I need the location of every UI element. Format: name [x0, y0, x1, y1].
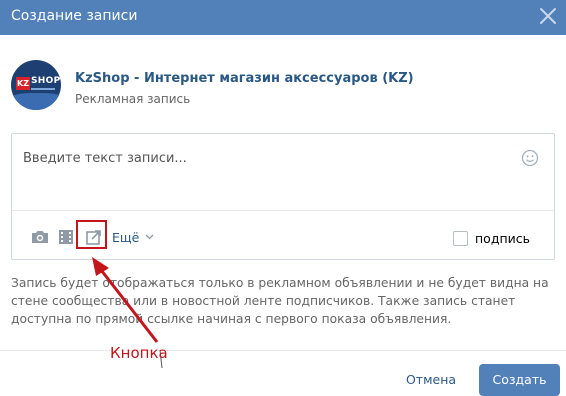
info-note: Запись будет отображаться только в рекла… — [11, 276, 549, 326]
footer-divider — [0, 350, 566, 351]
author-subtitle: Рекламная запись — [75, 92, 191, 106]
video-icon[interactable] — [58, 229, 74, 245]
signature-label[interactable]: подпись — [475, 231, 530, 246]
camera-icon[interactable] — [31, 230, 49, 244]
avatar-badge: KZ — [16, 77, 30, 90]
avatar-wave — [11, 93, 61, 110]
author-name[interactable]: KzShop - Интернет магазин аксессуаров (K… — [75, 71, 414, 86]
author-header: KZ SHOP KzShop - Интернет магазин аксесс… — [11, 60, 551, 110]
highlight-box — [76, 220, 107, 249]
cancel-button[interactable]: Отмена — [396, 366, 466, 394]
editor-divider — [12, 210, 554, 211]
avatar[interactable]: KZ SHOP — [11, 60, 61, 110]
signature-checkbox[interactable] — [453, 231, 468, 246]
smile-icon[interactable] — [521, 149, 539, 167]
avatar-line — [31, 88, 55, 90]
dialog-title: Создание записи — [11, 8, 138, 24]
post-editor: Введите текст записи... Ещё подпись — [11, 133, 555, 260]
more-button[interactable]: Ещё — [112, 230, 139, 245]
avatar-text: SHOP — [31, 76, 61, 86]
create-button[interactable]: Создать — [479, 364, 560, 396]
close-icon[interactable] — [538, 5, 558, 27]
dialog-titlebar: Создание записи — [0, 0, 566, 35]
post-text-input[interactable]: Введите текст записи... — [23, 151, 187, 166]
annotation-label: Кнопка — [110, 344, 168, 362]
chevron-down-icon[interactable] — [145, 234, 154, 240]
